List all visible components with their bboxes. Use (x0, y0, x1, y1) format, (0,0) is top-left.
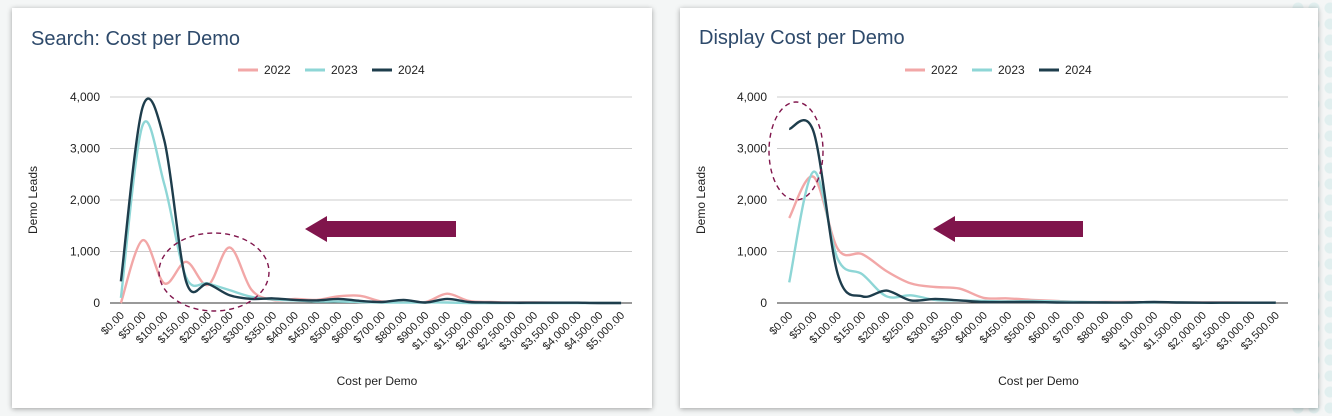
y-tick-label: 3,000 (70, 142, 100, 156)
y-tick-label: 1,000 (70, 245, 100, 259)
y-tick-label: 3,000 (737, 142, 767, 156)
y-tick-label: 0 (760, 296, 767, 310)
legend-label-2022: 2022 (931, 63, 958, 77)
x-axis-title: Cost per Demo (337, 374, 418, 388)
search-cost-chart-card: Search: Cost per Demo 0 1,000 2,000 3,000 4,… (12, 8, 652, 408)
y-tick-label: 0 (93, 296, 100, 310)
y-tick-label: 1,000 (737, 245, 767, 259)
y-tick-label: 2,000 (70, 193, 100, 207)
series-line-2022 (119, 238, 622, 305)
arrow-pointer (933, 216, 1083, 242)
series-line-2023 (788, 170, 1276, 304)
legend-label-2024: 2024 (398, 63, 425, 77)
legend-label-2023: 2023 (331, 63, 358, 77)
y-tick-label: 2,000 (737, 193, 767, 207)
y-axis-title: Demo Leads (26, 166, 40, 234)
legend-label-2022: 2022 (264, 63, 291, 77)
y-axis-title: Demo Leads (694, 166, 708, 234)
display-cost-chart-card: Display Cost per Demo 0 1,000 2,000 3,000 4,… (680, 8, 1318, 408)
y-tick-label: 4,000 (70, 90, 100, 104)
y-tick-label: 4,000 (737, 90, 767, 104)
x-axis-title: Cost per Demo (998, 374, 1079, 388)
arrow-pointer (305, 216, 456, 242)
highlight-ellipse (768, 101, 824, 201)
series-line-2022 (788, 175, 1276, 304)
search-cost-chart: 01,0002,0003,0004,000$0.00$50.00$100.00$… (26, 63, 632, 388)
legend-label-2024: 2024 (1065, 63, 1092, 77)
display-cost-chart: 01,0002,0003,0004,000$0.00$50.00$100.00$… (694, 63, 1288, 388)
legend-label-2023: 2023 (998, 63, 1025, 77)
